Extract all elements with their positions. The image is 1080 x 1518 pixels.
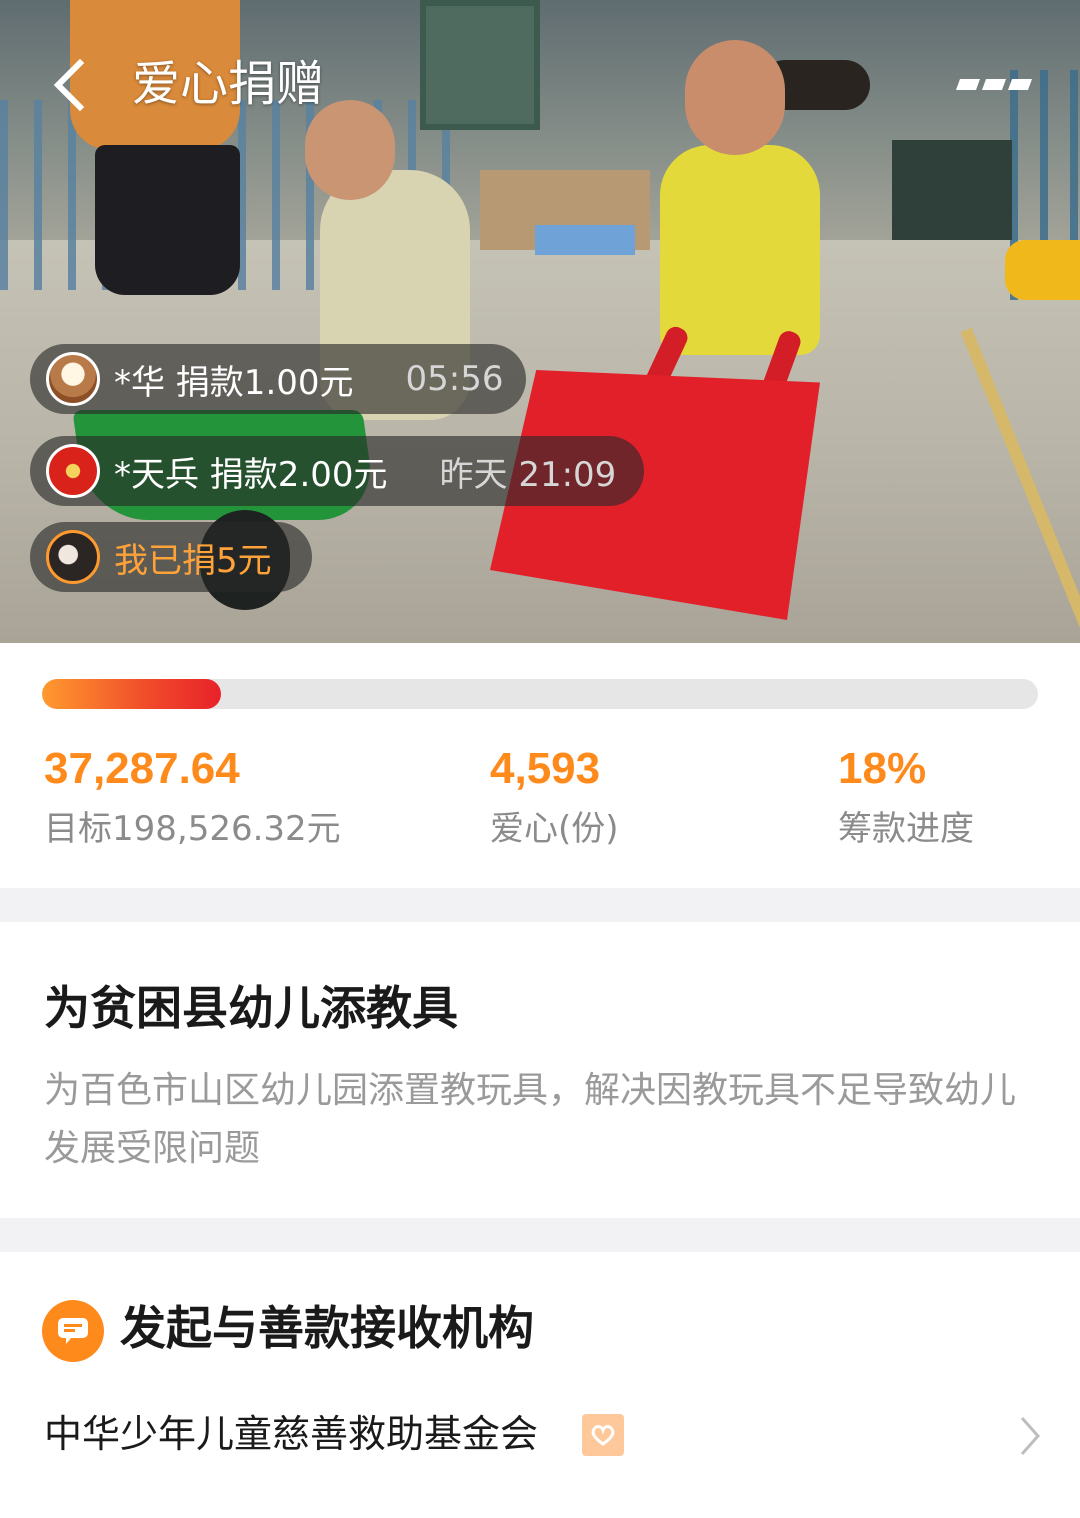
organization-section: 发起与善款接收机构 中华少年儿童慈善救助基金会: [0, 1252, 1080, 1518]
donation-time: 昨天 21:09: [439, 454, 617, 495]
donation-pill: *华 捐款1.00元 05:56: [30, 344, 526, 414]
top-bar: 爱心捐赠: [0, 30, 1080, 140]
hearts-stat: 4,593 爱心(份): [490, 739, 619, 857]
progress-fill: [42, 679, 222, 709]
progress-label: 筹款进度: [838, 809, 974, 849]
target-amount: 目标198,526.32元: [44, 809, 341, 849]
charity-badge-icon: [582, 1414, 624, 1456]
project-info: 为贫困县幼儿添教具 为百色市山区幼儿园添置教玩具，解决因教玩具不足导致幼儿发展受…: [0, 922, 1080, 1218]
project-title: 为贫困县幼儿添教具: [44, 981, 458, 1035]
hearts-count: 4,593: [490, 744, 601, 793]
organization-section-title: 发起与善款接收机构: [120, 1301, 534, 1355]
my-donation-text: 我已捐5元: [114, 540, 272, 581]
donation-pill: *天兵 捐款2.00元 昨天 21:09: [30, 436, 644, 506]
chevron-right-icon: [1020, 1417, 1041, 1455]
my-avatar: [46, 530, 100, 584]
donation-text: *华 捐款1.00元: [114, 362, 354, 403]
progress-stat: 18% 筹款进度: [838, 739, 974, 857]
my-donation-pill[interactable]: 我已捐5元: [30, 522, 312, 592]
hearts-label: 爱心(份): [490, 809, 619, 849]
progress-bar: [42, 679, 1038, 709]
raised-amount: 37,287.64: [44, 744, 240, 793]
donation-detail-page: 爱心捐赠 *华 捐款1.00元 05:56 *天兵 捐款2.00元 昨天 21:…: [0, 0, 1080, 1518]
more-button[interactable]: [955, 72, 1040, 96]
donation-text: *天兵 捐款2.00元: [114, 454, 388, 495]
chevron-left-icon: [53, 58, 85, 112]
organization-row[interactable]: 中华少年儿童慈善救助基金会: [0, 1392, 1080, 1482]
organization-name: 中华少年儿童慈善救助基金会: [44, 1412, 539, 1456]
donor-avatar: [46, 352, 100, 406]
donor-avatar: [46, 444, 100, 498]
donation-time: 05:56: [405, 359, 504, 399]
project-description: 为百色市山区幼儿园添置教玩具，解决因教玩具不足导致幼儿发展受限问题: [44, 1070, 1017, 1169]
fundraising-stats: 37,287.64 目标198,526.32元 4,593 爱心(份) 18% …: [0, 643, 1080, 888]
back-button[interactable]: [40, 50, 100, 120]
more-icon: [955, 78, 981, 90]
message-icon: [42, 1300, 104, 1362]
page-title: 爱心捐赠: [132, 56, 325, 112]
raised-amount-stat: 37,287.64 目标198,526.32元: [44, 739, 341, 857]
progress-percent: 18%: [838, 744, 927, 793]
